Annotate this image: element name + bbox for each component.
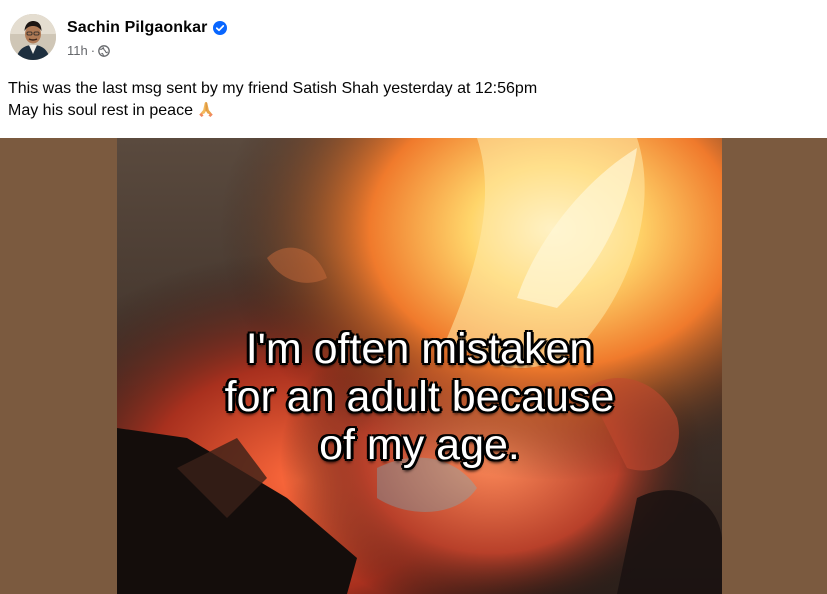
post-timestamp[interactable]: 11h (67, 43, 88, 58)
time-row: 11h · (67, 42, 227, 58)
video-overlay-caption: I'm often mistaken for an adult because … (117, 325, 722, 469)
overlay-line-3: of my age. (319, 421, 520, 469)
author-name[interactable]: Sachin Pilgaonkar (67, 19, 207, 37)
folded-hands-icon (197, 100, 215, 118)
post-meta: Sachin Pilgaonkar 11h · (67, 18, 228, 58)
caption-line-2-text: May his soul rest in peace (8, 102, 193, 119)
separator-dot: · (90, 42, 96, 58)
author-row: Sachin Pilgaonkar (67, 18, 228, 38)
globe-icon[interactable] (98, 44, 110, 57)
overlay-line-1: I'm often mistaken (245, 325, 594, 373)
avatar-image (10, 14, 56, 60)
facebook-post: Sachin Pilgaonkar 11h · This was the las… (0, 0, 827, 594)
post-header: Sachin Pilgaonkar 11h · (10, 14, 228, 68)
verified-badge-icon (213, 21, 228, 35)
video-frame[interactable]: I'm often mistaken for an adult because … (117, 138, 722, 594)
overlay-line-2: for an adult because (224, 373, 615, 421)
caption-line-1: This was the last msg sent by my friend … (8, 80, 538, 97)
post-media[interactable]: I'm often mistaken for an adult because … (0, 138, 827, 594)
caption-line-2: May his soul rest in peace (8, 100, 808, 122)
post-caption: This was the last msg sent by my friend … (8, 78, 808, 122)
author-avatar[interactable] (10, 14, 56, 60)
